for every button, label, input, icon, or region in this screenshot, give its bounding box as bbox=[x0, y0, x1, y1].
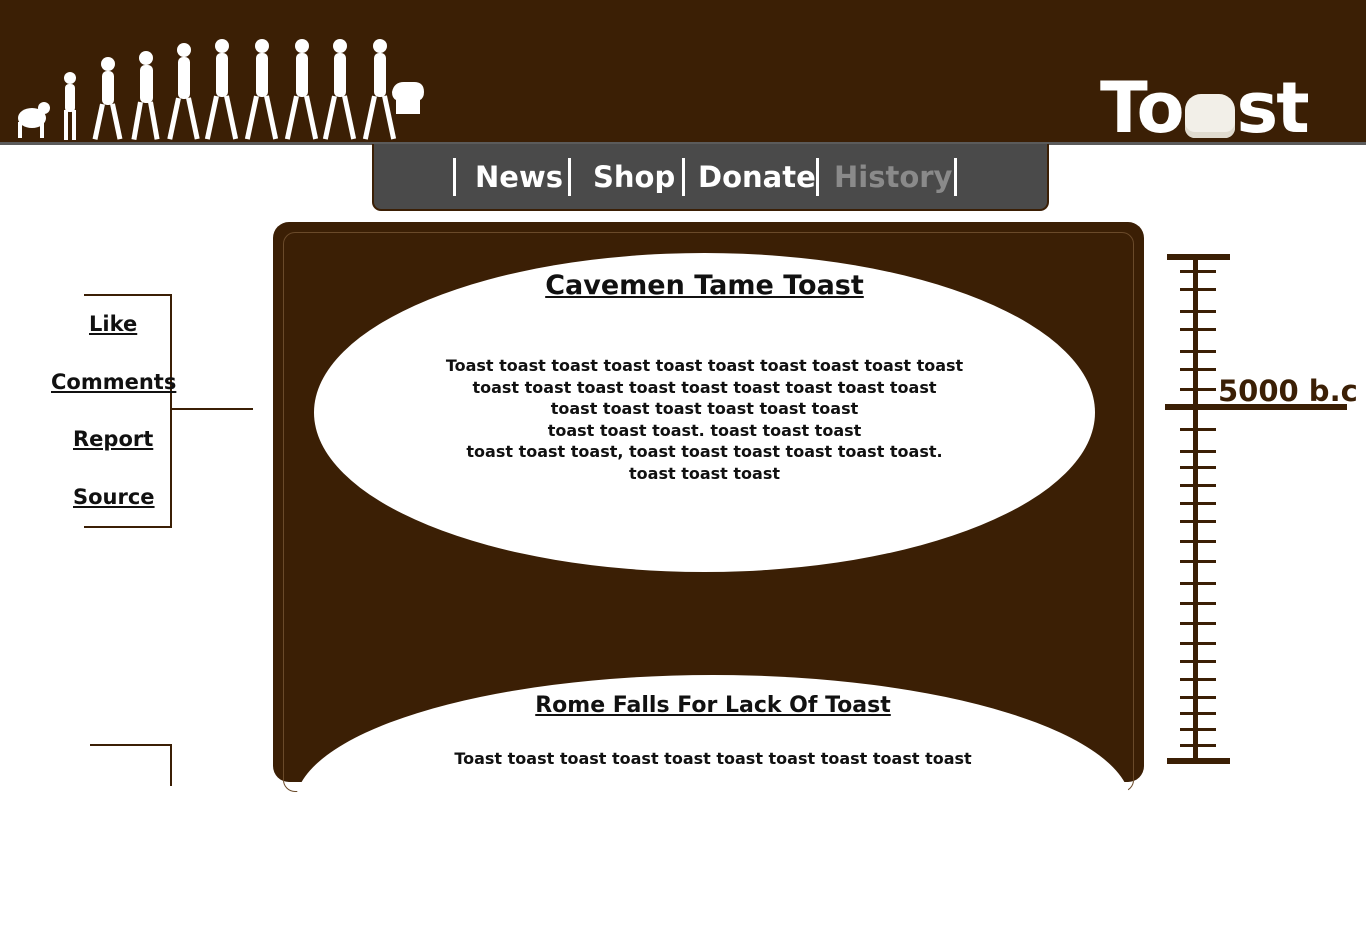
actions-bracket-next bbox=[90, 744, 172, 786]
ruler-tick bbox=[1180, 350, 1216, 353]
ruler-cap-top bbox=[1167, 254, 1230, 260]
ruler-tick bbox=[1180, 502, 1216, 505]
ruler-cap-bottom bbox=[1167, 758, 1230, 764]
ruler-tick bbox=[1180, 622, 1216, 625]
report-link[interactable]: Report bbox=[73, 427, 153, 451]
nav-divider bbox=[954, 158, 957, 196]
articles-panel: Cavemen Tame Toast Toast toast toast toa… bbox=[273, 222, 1144, 935]
ruler-tick bbox=[1180, 484, 1216, 487]
ruler-tick bbox=[1180, 678, 1216, 681]
nav-item-history[interactable]: History bbox=[834, 155, 952, 199]
like-link[interactable]: Like bbox=[89, 312, 137, 336]
logo-text-right: st bbox=[1236, 72, 1308, 144]
ruler-tick bbox=[1180, 560, 1216, 563]
ruler-tick bbox=[1180, 288, 1216, 291]
evolution-silhouette-icon bbox=[18, 39, 424, 140]
logo-text-left: To bbox=[1100, 72, 1185, 144]
nav-divider bbox=[816, 158, 819, 196]
ruler-tick bbox=[1180, 450, 1216, 453]
brand-logo[interactable]: To st bbox=[1100, 72, 1308, 144]
era-label: 5000 b.c bbox=[1218, 374, 1358, 408]
ruler-tick bbox=[1180, 520, 1216, 523]
ruler-spine bbox=[1193, 258, 1198, 760]
ruler-tick bbox=[1180, 696, 1216, 699]
nav-item-donate[interactable]: Donate bbox=[698, 155, 816, 199]
ruler-tick bbox=[1180, 428, 1216, 431]
article-card: Cavemen Tame Toast Toast toast toast toa… bbox=[314, 253, 1095, 572]
nav-divider bbox=[453, 158, 456, 196]
nav-divider bbox=[568, 158, 571, 196]
article-body: Toast toast toast toast toast toast toas… bbox=[445, 356, 964, 483]
ruler-tick bbox=[1180, 602, 1216, 605]
header-banner: To st bbox=[0, 0, 1366, 145]
comments-link[interactable]: Comments bbox=[51, 370, 176, 394]
article-title[interactable]: Cavemen Tame Toast bbox=[314, 270, 1095, 301]
toast-slice-icon bbox=[1184, 94, 1235, 138]
actions-connector bbox=[170, 408, 253, 410]
ruler-tick bbox=[1180, 660, 1216, 663]
ruler-tick bbox=[1180, 388, 1216, 391]
source-link[interactable]: Source bbox=[73, 485, 155, 509]
ruler-tick bbox=[1180, 466, 1216, 469]
nav-item-news[interactable]: News bbox=[475, 155, 563, 199]
article-body: Toast toast toast toast toast toast toas… bbox=[454, 749, 972, 768]
nav-divider bbox=[682, 158, 685, 196]
ruler-tick bbox=[1180, 540, 1216, 543]
ruler-tick bbox=[1180, 712, 1216, 715]
ruler-tick bbox=[1180, 582, 1216, 585]
nav-item-shop[interactable]: Shop bbox=[593, 155, 675, 199]
main-nav: News Shop Donate History bbox=[372, 144, 1049, 211]
ruler-tick bbox=[1180, 642, 1216, 645]
article-card: Rome Falls For Lack Of Toast Toast toast… bbox=[295, 675, 1131, 935]
article-title[interactable]: Rome Falls For Lack Of Toast bbox=[295, 693, 1131, 718]
ruler-tick bbox=[1180, 728, 1216, 731]
ruler-tick bbox=[1180, 270, 1216, 273]
ruler-tick bbox=[1180, 744, 1216, 747]
ruler-tick bbox=[1180, 368, 1216, 371]
ruler-tick bbox=[1180, 328, 1216, 331]
ruler-tick bbox=[1180, 310, 1216, 313]
